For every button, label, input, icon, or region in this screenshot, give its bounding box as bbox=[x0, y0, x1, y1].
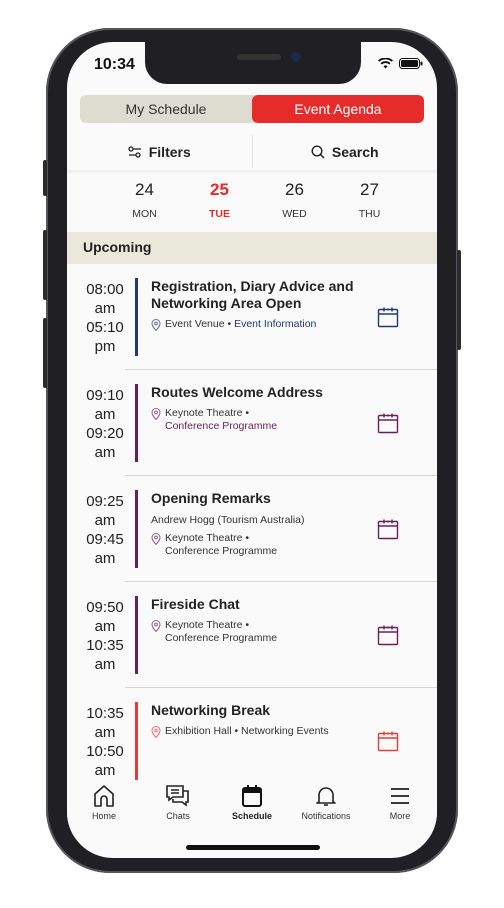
filters-button[interactable]: Filters bbox=[67, 133, 252, 170]
event-venue: Keynote Theatre • bbox=[165, 532, 250, 544]
event-time: 09:10 am 09:20 am bbox=[86, 387, 124, 461]
track-color-bar bbox=[135, 384, 138, 462]
event-venue: Event Venue • bbox=[165, 318, 232, 330]
tab-label: Schedule bbox=[231, 811, 272, 821]
event-item[interactable]: 09:10 am 09:20 am Routes Welcome Address Ke… bbox=[86, 370, 437, 476]
home-icon bbox=[94, 785, 114, 807]
event-title: Networking Break bbox=[151, 702, 271, 718]
tab-label: More bbox=[389, 811, 411, 821]
toolbar: Filters Search bbox=[67, 133, 437, 171]
filters-label: Filters bbox=[148, 143, 191, 160]
volume-down-button bbox=[43, 318, 47, 388]
home-indicator bbox=[186, 845, 320, 850]
date-day: MON bbox=[132, 208, 157, 220]
event-title: Fireside Chat bbox=[151, 596, 240, 612]
battery-icon bbox=[399, 58, 423, 69]
tab-label: Notifications bbox=[301, 811, 351, 821]
event-time: 09:25 am 09:45 am bbox=[86, 493, 124, 567]
tab-home[interactable]: Home bbox=[67, 780, 141, 836]
event-title: Routes Welcome Address bbox=[151, 384, 323, 400]
location-pin-icon bbox=[151, 620, 161, 632]
status-icons bbox=[378, 58, 423, 69]
status-time: 10:34 bbox=[94, 56, 135, 73]
event-list[interactable]: 08:00 am 05:10 pm Registration, Diary Advic… bbox=[67, 264, 437, 780]
filters-icon bbox=[128, 145, 141, 158]
event-venue: Keynote Theatre • bbox=[165, 619, 250, 631]
event-location: Keynote Theatre • Conference Programme bbox=[151, 407, 361, 433]
menu-icon bbox=[391, 788, 409, 804]
bell-icon bbox=[316, 787, 336, 806]
search-button[interactable]: Search bbox=[253, 133, 438, 170]
event-location: Exhibition Hall • Networking Events bbox=[151, 725, 361, 738]
wifi-icon bbox=[378, 58, 393, 69]
calendar-icon bbox=[242, 785, 262, 807]
tab-more[interactable]: More bbox=[363, 780, 437, 836]
search-icon bbox=[311, 144, 325, 159]
date-day: TUE bbox=[209, 208, 230, 220]
event-track[interactable]: Conference Programme bbox=[165, 420, 277, 433]
event-speaker: Andrew Hogg (Tourism Australia) bbox=[151, 514, 305, 526]
date-number: 26 bbox=[285, 180, 304, 199]
event-time: 10:35 am 10:50 am bbox=[86, 705, 124, 779]
location-pin-icon bbox=[151, 726, 161, 738]
date-day: THU bbox=[358, 208, 381, 220]
date-number: 27 bbox=[360, 180, 379, 199]
date-wed[interactable]: 26 WED bbox=[257, 174, 332, 220]
event-item[interactable]: 08:00 am 05:10 pm Registration, Diary Advic… bbox=[86, 264, 437, 370]
chat-icon bbox=[166, 785, 189, 807]
date-number: 24 bbox=[135, 180, 154, 199]
add-to-calendar-icon[interactable] bbox=[377, 518, 399, 540]
bottom-tab-bar: Home Chats Schedule Notifications More bbox=[67, 780, 437, 836]
track-color-bar bbox=[135, 702, 138, 780]
track-color-bar bbox=[135, 596, 138, 674]
date-tue[interactable]: 25 TUE bbox=[182, 174, 257, 220]
tab-label: Chats bbox=[166, 811, 190, 821]
track-color-bar bbox=[135, 490, 138, 568]
add-to-calendar-icon[interactable] bbox=[377, 624, 399, 646]
section-header: Upcoming bbox=[67, 232, 437, 264]
event-item[interactable]: 09:25 am 09:45 am Opening Remarks Andrew Ho… bbox=[86, 476, 437, 582]
tab-chats[interactable]: Chats bbox=[141, 780, 215, 836]
tab-schedule[interactable]: Schedule bbox=[215, 780, 289, 836]
tab-event-agenda[interactable]: Event Agenda bbox=[252, 95, 424, 123]
event-location: Keynote Theatre • Conference Programme bbox=[151, 619, 361, 645]
date-picker: 24 MON 25 TUE 26 WED 27 THU bbox=[107, 174, 407, 220]
event-venue: Exhibition Hall • Networking Events bbox=[165, 725, 329, 737]
event-title: Opening Remarks bbox=[151, 490, 271, 506]
add-to-calendar-icon[interactable] bbox=[377, 306, 399, 328]
app-screen: 10:34 My Schedule Event Agenda Filters S… bbox=[67, 42, 437, 858]
event-item[interactable]: 09:50 am 10:35 am Fireside Chat Keynote The… bbox=[86, 582, 437, 688]
search-label: Search bbox=[331, 143, 379, 160]
event-location: Event Venue • Event Information bbox=[151, 318, 361, 331]
volume-up-button bbox=[43, 230, 47, 300]
date-mon[interactable]: 24 MON bbox=[107, 174, 182, 220]
location-pin-icon bbox=[151, 408, 161, 420]
date-number: 25 bbox=[210, 180, 229, 199]
tab-my-schedule[interactable]: My Schedule bbox=[80, 95, 252, 123]
event-track[interactable]: Event Information bbox=[234, 318, 316, 330]
event-track[interactable]: Conference Programme bbox=[165, 545, 277, 558]
tab-label: Home bbox=[91, 811, 116, 821]
date-thu[interactable]: 27 THU bbox=[332, 174, 407, 220]
event-title: Registration, Diary Advice and Networkin… bbox=[151, 278, 354, 311]
event-location: Keynote Theatre • Conference Programme bbox=[151, 532, 361, 558]
power-button bbox=[457, 250, 461, 350]
date-day: WED bbox=[282, 208, 307, 220]
event-time: 08:00 am 05:10 pm bbox=[86, 281, 124, 355]
schedule-segmented-control: My Schedule Event Agenda bbox=[80, 95, 424, 123]
track-color-bar bbox=[135, 278, 138, 356]
add-to-calendar-icon[interactable] bbox=[377, 730, 399, 752]
location-pin-icon bbox=[151, 319, 161, 331]
location-pin-icon bbox=[151, 533, 161, 545]
event-time: 09:50 am 10:35 am bbox=[86, 599, 124, 673]
notch bbox=[145, 42, 361, 84]
add-to-calendar-icon[interactable] bbox=[377, 412, 399, 434]
event-venue: Keynote Theatre • bbox=[165, 407, 250, 419]
camera-icon bbox=[291, 52, 301, 62]
event-item[interactable]: 10:35 am 10:50 am Networking Break Exhibiti… bbox=[86, 688, 437, 780]
event-track[interactable]: Conference Programme bbox=[165, 632, 277, 645]
tab-notifications[interactable]: Notifications bbox=[289, 780, 363, 836]
mute-switch bbox=[43, 160, 47, 196]
